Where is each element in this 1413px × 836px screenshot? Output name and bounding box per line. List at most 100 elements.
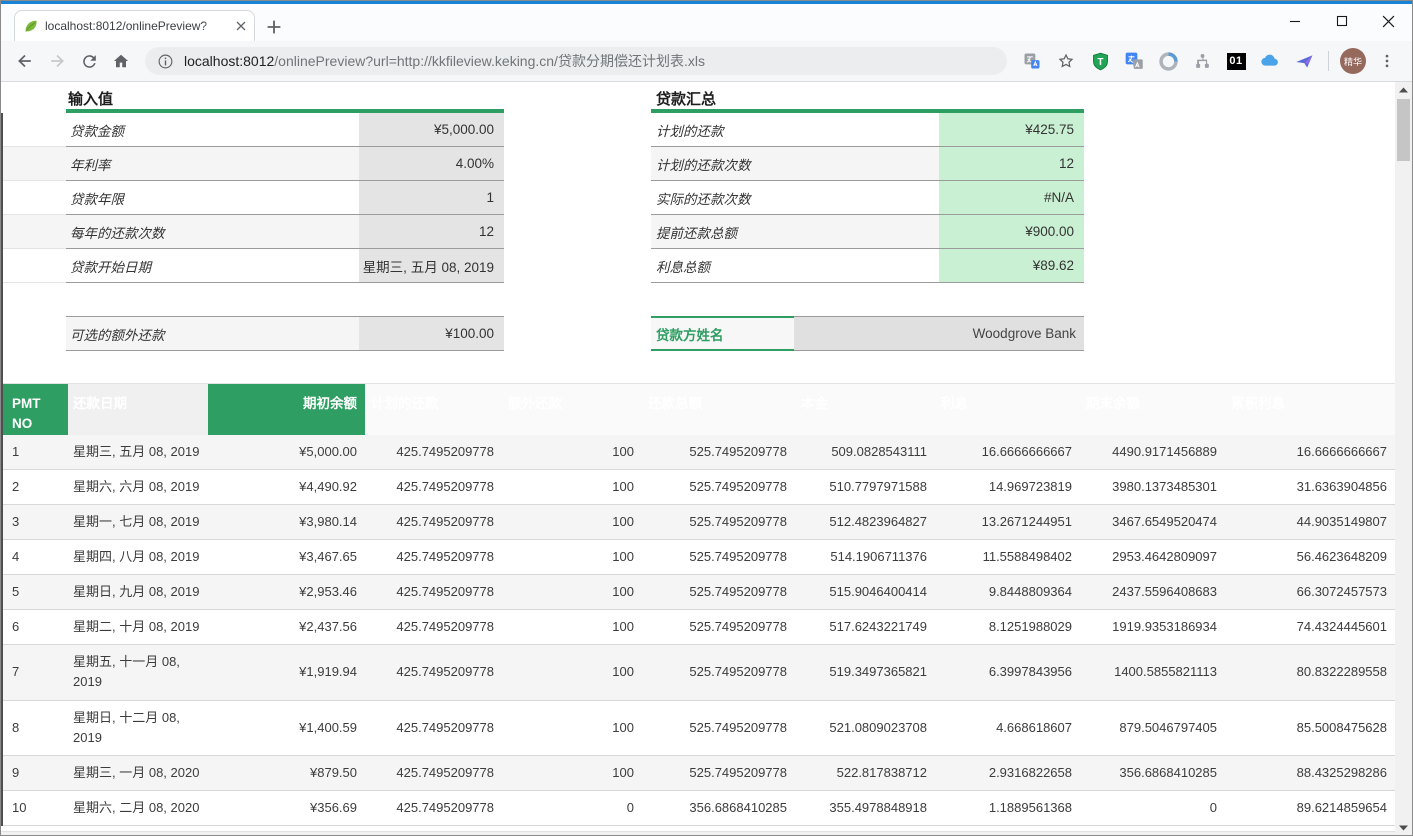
- schedule-row: 7 星期五, 十一月 08, 2019 ¥1,919.94 425.749520…: [3, 645, 1395, 700]
- window-controls: [1271, 4, 1412, 38]
- header-interest: 利息: [935, 384, 1080, 435]
- parameter-row: 贷款金额 ¥5,000.00 计划的还款 ¥425.75: [3, 113, 1397, 147]
- extra-payment-value: ¥100.00: [359, 316, 504, 351]
- cell-principal: 514.1906711376: [795, 539, 935, 574]
- summary-row-label: 利息总额: [651, 249, 939, 283]
- url-host: localhost:8012: [184, 53, 274, 69]
- cell-pmt-no: 6: [3, 610, 68, 645]
- cell-beginning-balance: ¥2,437.56: [208, 610, 365, 645]
- schedule-row: 2 星期六, 六月 08, 2019 ¥4,490.92 425.7495209…: [3, 469, 1395, 504]
- section-gap: [504, 316, 651, 351]
- cell-principal: 515.9046400414: [795, 575, 935, 610]
- home-button[interactable]: [105, 45, 137, 77]
- row-filler: [1084, 249, 1397, 283]
- row-filler: [1084, 215, 1397, 249]
- cell-payment-date: 星期日, 九月 08, 2019: [68, 575, 208, 610]
- page-translate-icon[interactable]: [1019, 48, 1045, 74]
- cell-beginning-balance: ¥3,467.65: [208, 539, 365, 574]
- tab-close-icon[interactable]: [236, 21, 246, 31]
- input-row-label: 贷款金额: [66, 113, 359, 147]
- browser-tab[interactable]: localhost:8012/onlinePreview?: [14, 10, 255, 41]
- minimize-button[interactable]: [1271, 4, 1318, 38]
- row-gutter: [3, 249, 66, 283]
- cell-interest: 1.1889561368: [935, 791, 1080, 826]
- extra-payment-row: 可选的额外还款 ¥100.00 贷款方姓名 Woodgrove Bank: [3, 316, 1397, 351]
- cell-pmt-no: 5: [3, 575, 68, 610]
- sitemap-extension-icon[interactable]: [1189, 48, 1215, 74]
- cell-interest: 14.969723819: [935, 469, 1080, 504]
- cell-extra-payment: 100: [502, 539, 642, 574]
- cell-cumulative-interest: 56.4623648209: [1225, 539, 1395, 574]
- row-gutter: [3, 215, 66, 249]
- bookmark-star-icon[interactable]: [1053, 48, 1079, 74]
- summary-row-label: 提前还款总额: [651, 215, 939, 249]
- svg-text:T: T: [1097, 57, 1104, 68]
- cell-beginning-balance: ¥1,400.59: [208, 700, 365, 755]
- cell-interest: 4.668618607: [935, 700, 1080, 755]
- cell-payment-date: 星期六, 六月 08, 2019: [68, 469, 208, 504]
- profile-avatar[interactable]: 精华: [1340, 48, 1366, 74]
- cell-scheduled-payment: 425.7495209778: [365, 791, 502, 826]
- cell-pmt-no: 8: [3, 700, 68, 755]
- cell-total-payment: 525.7495209778: [642, 575, 795, 610]
- badge-01-extension-icon[interactable]: 01: [1223, 48, 1249, 74]
- cloud-extension-icon[interactable]: [1257, 48, 1283, 74]
- badge-01-text: 01: [1227, 53, 1246, 70]
- row-gutter: [3, 113, 66, 147]
- bird-extension-icon[interactable]: [1291, 48, 1317, 74]
- parameter-row: 贷款开始日期 星期三, 五月 08, 2019 利息总额 ¥89.62: [3, 249, 1397, 283]
- schedule-row: 9 星期三, 一月 08, 2020 ¥879.50 425.749520977…: [3, 755, 1395, 790]
- forward-button[interactable]: [41, 45, 73, 77]
- cell-scheduled-payment: 425.7495209778: [365, 645, 502, 700]
- summary-row-value: ¥425.75: [939, 113, 1084, 147]
- cell-ending-balance: 2437.5596408683: [1080, 575, 1225, 610]
- close-button[interactable]: [1365, 4, 1412, 38]
- cell-extra-payment: 0: [502, 791, 642, 826]
- cell-ending-balance: 1400.5855821113: [1080, 645, 1225, 700]
- cell-pmt-no: 1: [3, 435, 68, 470]
- cell-total-payment: 356.6868410285: [642, 791, 795, 826]
- address-bar[interactable]: localhost:8012/onlinePreview?url=http://…: [145, 47, 1007, 75]
- cell-payment-date: 星期二, 十月 08, 2019: [68, 610, 208, 645]
- cell-extra-payment: 100: [502, 645, 642, 700]
- cell-principal: 510.7797971588: [795, 469, 935, 504]
- cell-principal: 509.0828543111: [795, 435, 935, 470]
- cell-cumulative-interest: 16.6666666667: [1225, 435, 1395, 470]
- cell-total-payment: 525.7495209778: [642, 504, 795, 539]
- scroll-thumb[interactable]: [1397, 99, 1410, 161]
- cell-total-payment: 525.7495209778: [642, 610, 795, 645]
- back-button[interactable]: [9, 45, 41, 77]
- scroll-down-icon[interactable]: [1395, 820, 1412, 836]
- header-extra-payment: 额外还款: [502, 384, 642, 435]
- avatar-text: 精华: [1344, 55, 1362, 68]
- row-filler: [1084, 181, 1397, 215]
- cell-beginning-balance: ¥5,000.00: [208, 435, 365, 470]
- cell-beginning-balance: ¥2,953.46: [208, 575, 365, 610]
- scroll-up-icon[interactable]: [1395, 82, 1412, 98]
- cell-beginning-balance: ¥356.69: [208, 791, 365, 826]
- cell-interest: 13.2671244951: [935, 504, 1080, 539]
- shield-extension-icon[interactable]: T: [1087, 48, 1113, 74]
- cell-pmt-no: 2: [3, 469, 68, 504]
- menu-kebab-icon[interactable]: [1374, 48, 1400, 74]
- cell-interest: 6.3997843956: [935, 645, 1080, 700]
- cell-total-payment: 525.7495209778: [642, 435, 795, 470]
- schedule-row: 1 星期三, 五月 08, 2019 ¥5,000.00 425.7495209…: [3, 435, 1395, 470]
- swirl-extension-icon[interactable]: [1155, 48, 1181, 74]
- google-translate-extension-icon[interactable]: [1121, 48, 1147, 74]
- cell-cumulative-interest: 74.4324445601: [1225, 610, 1395, 645]
- cell-principal: 355.4978848918: [795, 791, 935, 826]
- maximize-button[interactable]: [1318, 4, 1365, 38]
- cell-scheduled-payment: 425.7495209778: [365, 539, 502, 574]
- header-total-payment: 还款总额: [642, 384, 795, 435]
- page-info-icon[interactable]: [157, 53, 174, 70]
- reload-button[interactable]: [73, 45, 105, 77]
- cell-interest: 11.5588498402: [935, 539, 1080, 574]
- header-beginning-balance: 期初余额: [208, 384, 365, 435]
- cell-extra-payment: 100: [502, 469, 642, 504]
- cell-extra-payment: 100: [502, 610, 642, 645]
- vertical-scrollbar[interactable]: [1395, 82, 1412, 836]
- new-tab-button[interactable]: [263, 16, 287, 38]
- summary-row-value: ¥900.00: [939, 215, 1084, 249]
- cell-ending-balance: 2953.4642809097: [1080, 539, 1225, 574]
